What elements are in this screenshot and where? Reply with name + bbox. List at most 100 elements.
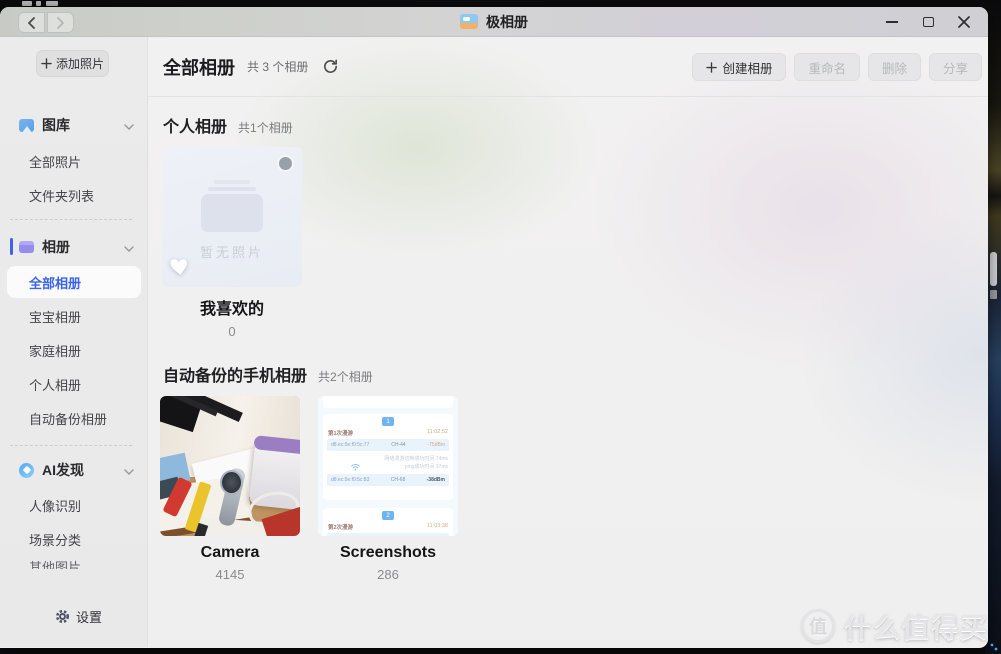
- sidebar-item-baby-album[interactable]: 宝宝相册: [0, 299, 148, 333]
- settings-label: 设置: [76, 607, 102, 626]
- watermark-badge: 值: [801, 609, 835, 643]
- signal: -75dBm: [427, 442, 445, 448]
- album-name: 我喜欢的: [200, 295, 264, 319]
- nav-buttons: [18, 12, 74, 33]
- titlebar: 极相册: [0, 7, 988, 37]
- album-name: Camera: [201, 544, 260, 562]
- album-favorites: 暂无照片 我喜欢的 0: [162, 147, 302, 339]
- refresh-button[interactable]: [322, 58, 339, 75]
- chevron-down-icon[interactable]: [124, 462, 134, 478]
- background-window-fragment: [46, 1, 58, 6]
- ai-label: AI发现: [42, 460, 84, 480]
- thumb-card-roam1: 1 第1次漫游 11:02:52 d8:ec:5e:f0:5c:77 CH-44…: [323, 414, 453, 500]
- section-backup-header: 自动备份的手机相册 共2个相册: [163, 362, 373, 386]
- item-label: 家庭相册: [29, 341, 81, 360]
- item-label: 其他图片: [29, 560, 81, 569]
- chevron-down-icon[interactable]: [124, 117, 134, 133]
- section-title: 自动备份的手机相册: [163, 362, 307, 386]
- refresh-icon: [322, 58, 339, 75]
- camera-album-cover[interactable]: [160, 396, 300, 536]
- sidebar-item-face-recognition[interactable]: 人像识别: [0, 488, 148, 522]
- gallery-label: 图库: [42, 115, 70, 135]
- chevron-down-icon[interactable]: [124, 239, 134, 255]
- album-count: 0: [228, 324, 235, 339]
- thumb-row: d8:ec:5e:f0:5c:83 CH-68 -74dBm: [327, 533, 449, 536]
- albums-label: 相册: [42, 237, 70, 257]
- album-icon: [19, 241, 34, 253]
- sidebar: 添加照片 图库 全部照片 文件夹列表 相册 全部相册 宝宝相册 家庭相册 个人相…: [0, 37, 148, 647]
- thumb-card-roam2: 2 第2次漫游 11:03:38 d8:ec:5e:f0:5c:83 CH-68…: [323, 508, 453, 536]
- add-photos-label: 添加照片: [56, 55, 104, 72]
- albums-scroll-area: 个人相册 共1个相册 暂无照片 我喜欢的 0: [148, 97, 988, 647]
- photo-stack-shape: [208, 187, 256, 191]
- ai-discovery-icon: [19, 463, 34, 478]
- settings-button[interactable]: 设置: [55, 605, 102, 627]
- thumb-card: [323, 396, 453, 408]
- photo-stack-shape: [214, 180, 250, 184]
- item-label: 全部照片: [29, 152, 81, 171]
- app-window: 极相册 添加照片 图库 全部照片 文件夹列表: [0, 7, 988, 648]
- plus-icon: [706, 62, 717, 73]
- item-label: 宝宝相册: [29, 307, 81, 326]
- sidebar-item-folder-list[interactable]: 文件夹列表: [0, 178, 148, 212]
- signal: -38dBm: [427, 477, 445, 483]
- sidebar-item-all-photos[interactable]: 全部照片: [0, 144, 148, 178]
- mac-address: d8:ec:5e:f0:5c:77: [331, 442, 369, 448]
- watermark-text: 什么值得买: [844, 606, 989, 645]
- section-count: 共1个相册: [238, 119, 293, 136]
- thumb-time: 11:03:38: [427, 523, 448, 531]
- thumb-title: 第1次漫游: [328, 429, 353, 437]
- thumb-time: 11:02:52: [427, 429, 448, 437]
- back-button[interactable]: [18, 12, 45, 33]
- sidebar-item-scene-classification[interactable]: 场景分类: [0, 522, 148, 556]
- badge: 1: [382, 417, 394, 426]
- page-title: 全部相册: [163, 54, 235, 80]
- section-count: 共2个相册: [318, 368, 373, 385]
- plus-icon: [41, 58, 52, 69]
- sidebar-item-personal-album[interactable]: 个人相册: [0, 367, 148, 401]
- sidebar-item-family-album[interactable]: 家庭相册: [0, 333, 148, 367]
- sidebar-section-gallery[interactable]: 图库: [0, 108, 148, 142]
- rename-button[interactable]: 重命名: [794, 53, 860, 81]
- select-radio[interactable]: [277, 155, 294, 172]
- photo-shape: [220, 470, 243, 495]
- window-title: 极相册: [460, 12, 528, 32]
- photo-stack-shape: [201, 194, 263, 232]
- favorites-album-cover[interactable]: 暂无照片: [162, 147, 302, 287]
- album-count: 4145: [216, 567, 245, 582]
- gallery-icon: [19, 119, 34, 132]
- sidebar-item-clipped[interactable]: 其他图片: [0, 560, 148, 569]
- sidebar-item-auto-backup-album[interactable]: 自动备份相册: [0, 401, 148, 435]
- album-name: Screenshots: [340, 544, 436, 562]
- item-label: 文件夹列表: [29, 186, 94, 205]
- sidebar-section-albums[interactable]: 相册: [0, 230, 148, 264]
- delete-button[interactable]: 删除: [868, 53, 921, 81]
- rename-label: 重命名: [808, 58, 846, 77]
- item-label: 全部相册: [29, 273, 81, 292]
- thumb-info-line: 网络漫游切换成功时间 74ms: [384, 455, 448, 463]
- sidebar-item-all-albums[interactable]: 全部相册: [7, 266, 141, 298]
- share-button[interactable]: 分享: [929, 53, 982, 81]
- close-button[interactable]: [956, 14, 972, 30]
- forward-button[interactable]: [47, 12, 74, 33]
- item-label: 个人相册: [29, 375, 81, 394]
- corner-dots-decoration: [990, 643, 998, 651]
- watermark: 值 什么值得买: [801, 606, 989, 645]
- divider: [10, 219, 132, 220]
- main-panel: 全部相册 共 3 个相册 创建相册 重命名 删除 分享: [148, 37, 988, 647]
- app-icon: [460, 14, 478, 29]
- album-camera: Camera 4145: [160, 396, 300, 582]
- create-album-button[interactable]: 创建相册: [692, 53, 786, 81]
- add-photos-button[interactable]: 添加照片: [36, 50, 109, 77]
- minimize-button[interactable]: [884, 14, 900, 30]
- heart-icon: [169, 255, 192, 281]
- maximize-button[interactable]: [920, 14, 936, 30]
- desktop-scrollbar-button: [990, 290, 997, 299]
- thumb-title: 第2次漫游: [328, 523, 353, 531]
- album-screenshots: 1 第1次漫游 11:02:52 d8:ec:5e:f0:5c:77 CH-44…: [318, 396, 458, 582]
- create-album-label: 创建相册: [722, 58, 772, 77]
- screenshots-album-cover[interactable]: 1 第1次漫游 11:02:52 d8:ec:5e:f0:5c:77 CH-44…: [318, 396, 458, 536]
- thumb-row: d8:ec:5e:f0:5c:77 CH-44 -75dBm: [327, 439, 449, 451]
- thumb-row: d8:ec:5e:f0:5c:83 CH-68 -38dBm: [327, 474, 449, 486]
- sidebar-section-ai-discovery[interactable]: AI发现: [0, 453, 148, 487]
